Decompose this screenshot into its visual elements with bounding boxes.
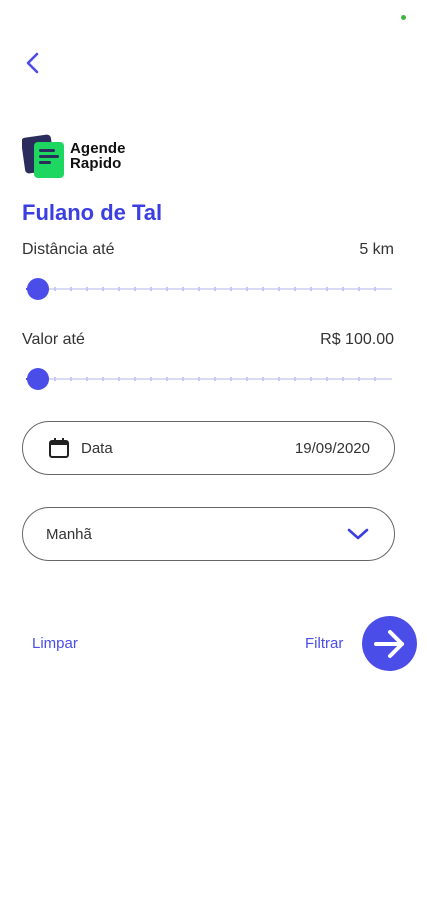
brand-line-1: Agende — [70, 140, 126, 157]
slider-tick — [102, 377, 104, 381]
slider-tick — [246, 287, 248, 291]
period-select[interactable]: Manhã — [22, 507, 395, 561]
filter-label[interactable]: Filtrar — [305, 635, 343, 652]
slider-tick — [230, 287, 232, 291]
period-value: Manhã — [46, 525, 92, 543]
status-indicator — [401, 15, 406, 20]
distance-value: 5 km — [359, 241, 394, 258]
slider-thumb[interactable] — [27, 368, 49, 390]
slider-tick — [134, 287, 136, 291]
slider-tick — [214, 287, 216, 291]
slider-tick — [294, 287, 296, 291]
slider-tick — [214, 377, 216, 381]
slider-tick — [182, 377, 184, 381]
slider-tick — [262, 377, 264, 381]
slider-tick — [310, 287, 312, 291]
slider-tick — [374, 377, 376, 381]
brand-line-2: Rapido — [70, 155, 122, 172]
slider-tick — [262, 287, 264, 291]
slider-tick — [86, 287, 88, 291]
slider-tick — [150, 377, 152, 381]
slider-tick — [166, 377, 168, 381]
calendar-icon — [47, 436, 71, 460]
slider-tick — [198, 377, 200, 381]
slider-tick — [182, 287, 184, 291]
profile-name: Fulano de Tal — [22, 200, 163, 225]
slider-tick — [358, 377, 360, 381]
slider-tick — [326, 287, 328, 291]
slider-tick — [358, 287, 360, 291]
slider-tick — [70, 287, 72, 291]
slider-tick — [326, 377, 328, 381]
slider-tick — [102, 287, 104, 291]
slider-tick — [278, 377, 280, 381]
slider-thumb[interactable] — [27, 278, 49, 300]
back-button[interactable] — [18, 48, 48, 78]
distance-slider[interactable] — [26, 277, 392, 301]
slider-tick — [246, 377, 248, 381]
brand-logo: Agende Rapido — [21, 132, 126, 180]
price-slider[interactable] — [26, 367, 392, 391]
slider-tick — [166, 287, 168, 291]
chevron-left-icon — [26, 52, 39, 74]
chevron-down-icon — [346, 522, 370, 546]
slider-tick — [230, 377, 232, 381]
price-label: Valor até — [22, 331, 85, 348]
date-value: 19/09/2020 — [294, 439, 370, 457]
slider-tick — [310, 377, 312, 381]
logo-mark-icon — [21, 132, 66, 180]
slider-tick — [86, 377, 88, 381]
slider-tick — [374, 287, 376, 291]
price-value: R$ 100.00 — [320, 331, 394, 348]
date-field[interactable]: Data 19/09/2020 — [22, 421, 395, 475]
filter-submit-button[interactable] — [362, 616, 417, 671]
arrow-right-icon — [373, 629, 404, 658]
slider-tick — [54, 377, 56, 381]
slider-tick — [54, 287, 56, 291]
clear-button[interactable]: Limpar — [32, 635, 78, 652]
date-label: Data — [81, 439, 113, 457]
slider-tick — [342, 377, 344, 381]
slider-tick — [294, 377, 296, 381]
slider-tick — [278, 287, 280, 291]
brand-name: Agende Rapido — [70, 141, 126, 171]
slider-tick — [118, 287, 120, 291]
slider-track — [26, 288, 392, 290]
slider-track — [26, 378, 392, 380]
slider-tick — [198, 287, 200, 291]
slider-tick — [118, 377, 120, 381]
slider-tick — [342, 287, 344, 291]
slider-tick — [70, 377, 72, 381]
slider-tick — [134, 377, 136, 381]
slider-tick — [150, 287, 152, 291]
distance-label: Distância até — [22, 241, 115, 258]
